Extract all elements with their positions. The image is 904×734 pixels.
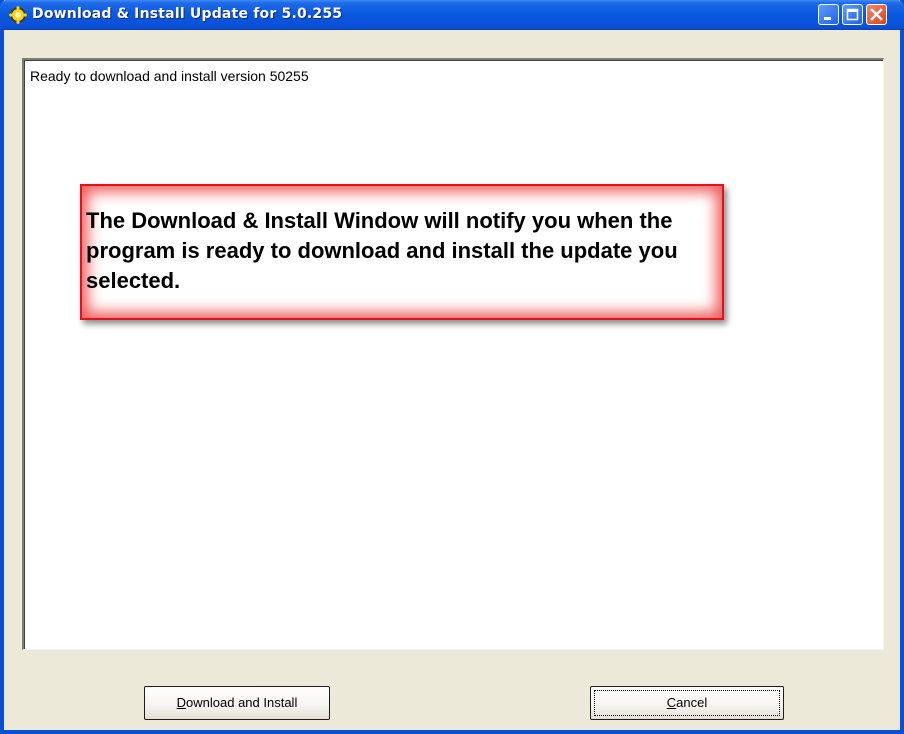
status-text-area[interactable]: Ready to download and install version 50… [22, 58, 884, 650]
cancel-button[interactable]: Cancel [590, 686, 784, 720]
maximize-button[interactable] [842, 4, 863, 25]
callout-text: The Download & Install Window will notif… [86, 208, 678, 293]
close-icon [870, 8, 883, 21]
annotation-callout: The Download & Install Window will notif… [80, 184, 724, 320]
maximize-icon [846, 8, 859, 21]
focus-rectangle [594, 690, 780, 716]
minimize-button[interactable] [818, 4, 839, 25]
download-mnemonic: D [176, 695, 187, 710]
title-bar[interactable]: Download & Install Update for 5.0.255 [0, 0, 904, 30]
sun-gear-icon [9, 6, 27, 24]
status-message: Ready to download and install version 50… [30, 68, 309, 84]
minimize-icon [824, 17, 831, 20]
update-dialog-window: Download & Install Update for 5.0.255 Re… [0, 0, 904, 734]
download-label: ownload and Install [186, 695, 298, 710]
close-button[interactable] [866, 4, 887, 25]
download-and-install-button[interactable]: Download and Install [144, 686, 330, 720]
window-title: Download & Install Update for 5.0.255 [32, 6, 343, 22]
